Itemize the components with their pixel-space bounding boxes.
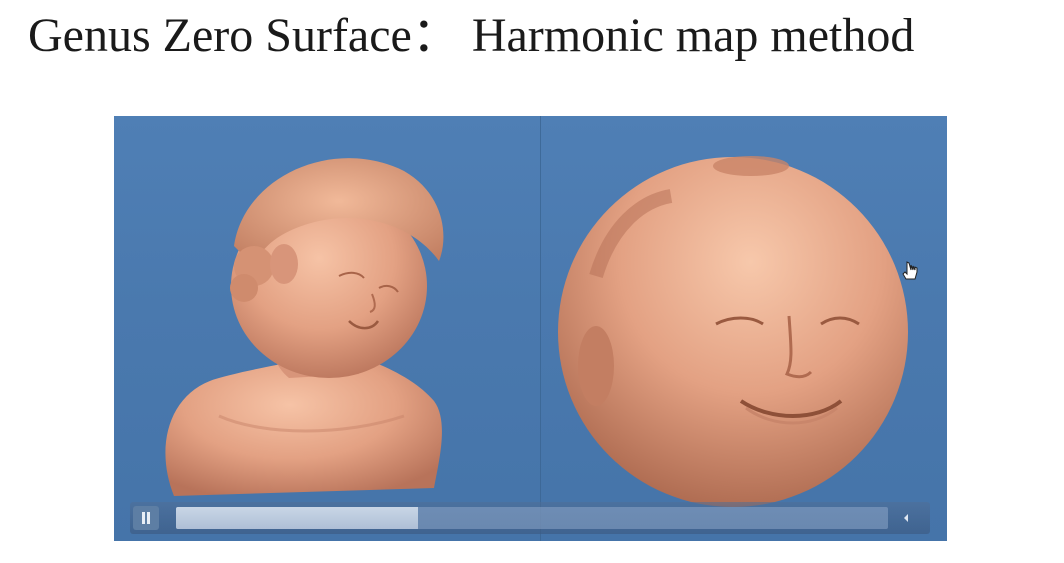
volume-icon [904,514,908,522]
seek-bar[interactable] [176,507,888,529]
right-pane-sphere-map [541,116,947,541]
harmonic-map-sphere [558,156,918,507]
left-pane-bust-model [114,116,540,541]
volume-button[interactable] [898,506,922,530]
pause-button[interactable] [133,506,159,530]
slide-title: Genus Zero Surface： Harmonic map method [28,9,915,62]
hand-cursor-icon [902,261,918,280]
girl-bust-3d-model [165,158,444,496]
video-controls [130,502,930,534]
seek-bar-progress [176,507,419,529]
video-player[interactable] [114,116,947,541]
pause-icon [142,512,145,524]
